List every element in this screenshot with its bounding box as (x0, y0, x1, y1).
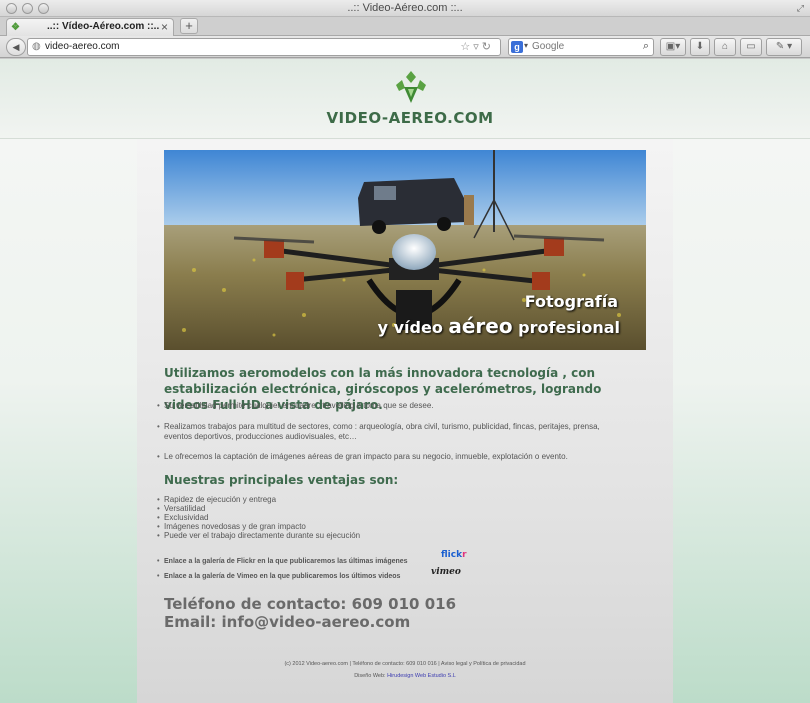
close-tab-icon[interactable]: × (161, 20, 168, 34)
vimeo-gallery-item: Enlace a la galería de Vimeo en la que p… (157, 573, 400, 580)
bookmarks-button[interactable]: ▭ (740, 38, 762, 56)
bookmark-reload-icons[interactable]: ☆▿↻ (460, 40, 494, 53)
flickr-logo-part-b: r (462, 550, 467, 560)
download-icon: ⬇ (695, 41, 705, 52)
flickr-logo-part-a: flick (441, 550, 463, 560)
search-bar[interactable]: g ▾ Google ⌕ (508, 38, 654, 56)
list-item: Exclusividad (157, 513, 360, 522)
screenshot-icon: ▣▾ (665, 41, 681, 52)
flickr-gallery-item: Enlace a la galería de Flickr en la que … (157, 558, 408, 565)
site-header: VIDEO-AEREO.COM (0, 59, 810, 139)
content-panel: Fotografía y vídeo aéreo profesional Uti… (137, 139, 673, 703)
back-button[interactable]: ◀ (6, 38, 26, 56)
search-icon[interactable]: ⌕ (643, 40, 649, 53)
globe-icon: ◍ (32, 41, 41, 52)
flickr-logo[interactable]: flickr (441, 550, 467, 560)
vimeo-gallery-link[interactable]: Enlace a la galería de Vimeo en la que p… (157, 573, 400, 580)
list-item: Imágenes novedosas y de gran impacto (157, 522, 360, 531)
contact-email[interactable]: Email: info@video-aereo.com (164, 613, 410, 631)
fullscreen-icon[interactable]: ⤢ (797, 3, 804, 14)
flickr-gallery-link[interactable]: Enlace a la galería de Flickr en la que … (157, 558, 408, 565)
footer-design-link[interactable]: Hirudesign Web Estudio S.L (387, 673, 456, 679)
advantages-list: Rapidez de ejecución y entrega Versatili… (157, 495, 360, 540)
wrench-icon: ✎ ▾ (775, 41, 793, 52)
services-list: Su versatilidad permite cualquier encuad… (157, 401, 627, 462)
tab-bar: ❖ ..:: Vídeo-Aéreo.com ::.. × + (0, 17, 810, 36)
hero-caption-part-b: aéreo (448, 314, 513, 338)
hero-banner: Fotografía y vídeo aéreo profesional (164, 150, 646, 350)
search-input[interactable]: Google (532, 41, 564, 52)
address-bar[interactable]: ◍ video-aereo.com ☆▿↻ (27, 38, 501, 56)
footer-design-label: Diseño Web: (354, 673, 388, 679)
site-favicon-icon: ❖ (11, 22, 20, 33)
list-item: Le ofrecemos la captación de imágenes aé… (157, 452, 627, 462)
advantages-heading: Nuestras principales ventajas son: (164, 473, 399, 487)
list-item: Realizamos trabajos para multitud de sec… (157, 422, 627, 442)
hero-caption-line2: y vídeo aéreo profesional (378, 314, 620, 338)
bookmarks-icon: ▭ (746, 41, 756, 52)
google-engine-icon[interactable]: g (511, 41, 523, 53)
hero-caption-part-c: profesional (512, 318, 620, 337)
footer-credits: Diseño Web: Hirudesign Web Estudio S.L (137, 673, 673, 679)
vimeo-logo[interactable]: vimeo (431, 567, 461, 577)
site-logo-text[interactable]: VIDEO-AEREO.COM (310, 109, 510, 127)
chevron-down-icon[interactable]: ▾ (524, 41, 528, 50)
tools-button[interactable]: ✎ ▾ (766, 38, 802, 56)
contact-phone: Teléfono de contacto: 609 010 016 (164, 595, 457, 613)
downloads-button[interactable]: ⬇ (690, 38, 710, 56)
url-text[interactable]: video-aereo.com (45, 41, 119, 52)
home-icon: ⌂ (721, 41, 729, 52)
new-tab-button[interactable]: + (180, 18, 198, 34)
page-viewport: VIDEO-AEREO.COM Fotografía y vídeo aéreo… (0, 59, 810, 703)
tab-active[interactable]: ❖ ..:: Vídeo-Aéreo.com ::.. × (6, 18, 174, 36)
home-button[interactable]: ⌂ (714, 38, 736, 56)
hero-caption-part-a: y vídeo (377, 318, 449, 337)
tab-title: ..:: Vídeo-Aéreo.com ::.. (47, 21, 160, 32)
logo-icon (396, 71, 426, 103)
list-item: Versatilidad (157, 504, 360, 513)
window-titlebar: ..:: Video-Aéreo.com ::.. ⤢ (0, 0, 810, 17)
list-item: Rapidez de ejecución y entrega (157, 495, 360, 504)
footer-legal[interactable]: (c) 2012 Video-aereo.com | Teléfono de c… (137, 661, 673, 667)
window-title: ..:: Video-Aéreo.com ::.. (347, 2, 463, 14)
screenshot-button[interactable]: ▣▾ (660, 38, 686, 56)
hero-caption-line1: Fotografía (524, 292, 618, 311)
list-item: Su versatilidad permite cualquier encuad… (157, 401, 627, 411)
navigation-toolbar: ◀ ◍ video-aereo.com ☆▿↻ g ▾ Google ⌕ ▣▾ … (0, 36, 810, 58)
list-item: Puede ver el trabajo directamente durant… (157, 531, 360, 540)
